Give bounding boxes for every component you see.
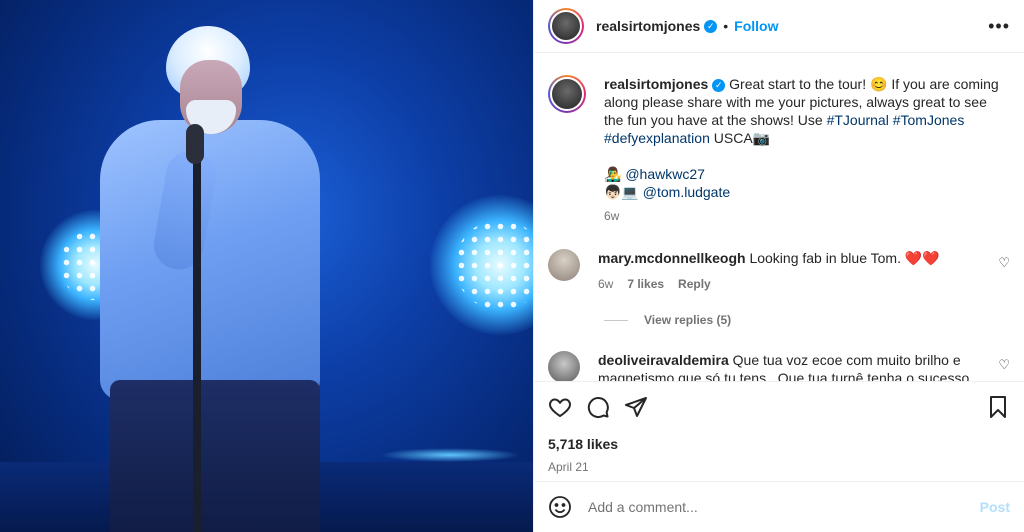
- caption-time[interactable]: 6w: [604, 207, 1004, 225]
- view-replies-label: View replies (5): [644, 313, 732, 327]
- author-avatar[interactable]: [548, 8, 584, 44]
- follow-button[interactable]: Follow: [734, 18, 778, 34]
- comment-username[interactable]: deoliveiravaldemira: [598, 352, 729, 368]
- caption: realsirtomjones ✓ Great start to the tour…: [534, 53, 1024, 225]
- credit-line: 👨‍🎤 @hawkwc27: [604, 165, 1004, 183]
- hashtag-defyexplanation[interactable]: #defyexplanation: [604, 130, 710, 146]
- action-icons: [548, 392, 1010, 422]
- comment-like-heart-icon[interactable]: ♡: [998, 249, 1010, 271]
- comment-input[interactable]: [586, 498, 980, 516]
- comment-likes[interactable]: 7 likes: [627, 275, 664, 293]
- send-icon[interactable]: [624, 395, 648, 419]
- post-actions: 5,718 likes April 21: [534, 381, 1024, 474]
- caption-avatar[interactable]: [548, 75, 586, 113]
- comment-text: Looking fab in blue Tom. ❤️❤️: [749, 250, 940, 266]
- comments-scroll-area[interactable]: realsirtomjones ✓ Great start to the tour…: [534, 53, 1024, 381]
- post-header: realsirtomjones ✓ • Follow •••: [534, 0, 1024, 53]
- commenter-avatar[interactable]: [548, 249, 580, 281]
- singer-emoji: 👨‍🎤: [604, 166, 622, 182]
- verified-badge-icon: ✓: [712, 78, 726, 92]
- mention-tom-ludgate[interactable]: @tom.ludgate: [643, 184, 730, 200]
- likes-count[interactable]: 5,718 likes: [548, 436, 1010, 452]
- separator-dot: •: [723, 18, 729, 34]
- singer-legs: [110, 380, 320, 532]
- comment-body: mary.mcdonnellkeogh Looking fab in blue …: [598, 249, 988, 293]
- view-replies-button[interactable]: View replies (5): [604, 313, 1024, 327]
- microphone: [186, 124, 204, 164]
- post-photo[interactable]: [0, 0, 533, 532]
- mic-stand: [193, 150, 201, 532]
- credit-line: 👦🏻💻 @tom.ludgate: [604, 183, 1004, 201]
- comment-like-heart-icon[interactable]: ♡: [998, 351, 1010, 373]
- caption-text: realsirtomjones ✓ Great start to the tour…: [604, 75, 1004, 225]
- comment-meta: 6w 7 likes Reply: [598, 275, 988, 293]
- emoji-icon[interactable]: [548, 495, 572, 519]
- bookmark-icon[interactable]: [986, 395, 1010, 419]
- caption-username[interactable]: realsirtomjones: [604, 76, 708, 92]
- comment-bar: Post: [534, 481, 1024, 532]
- author-username[interactable]: realsirtomjones: [596, 18, 700, 34]
- comment-time[interactable]: 6w: [598, 275, 613, 293]
- floor-glow: [380, 448, 520, 462]
- mention-hawkwc27[interactable]: @hawkwc27: [625, 166, 705, 182]
- verified-badge-icon: ✓: [704, 19, 718, 33]
- laptop-emoji: 👦🏻💻: [604, 184, 639, 200]
- comment-icon[interactable]: [586, 395, 610, 419]
- post-side-panel: realsirtomjones ✓ • Follow ••• realsirto…: [533, 0, 1024, 532]
- comment: deoliveiravaldemira Que tua voz ecoe com…: [534, 351, 1024, 381]
- more-options-icon[interactable]: •••: [988, 16, 1010, 37]
- comment: mary.mcdonnellkeogh Looking fab in blue …: [534, 249, 1024, 293]
- stage-light-right: [430, 195, 533, 335]
- caption-tail: USCA📷: [709, 130, 771, 146]
- reply-button[interactable]: Reply: [678, 275, 711, 293]
- post-date[interactable]: April 21: [548, 460, 1010, 474]
- heart-icon[interactable]: [548, 395, 572, 419]
- comment-body: deoliveiravaldemira Que tua voz ecoe com…: [598, 351, 988, 381]
- commenter-avatar[interactable]: [548, 351, 580, 381]
- hashtag-tjournal[interactable]: #TJournal: [827, 112, 889, 128]
- hashtag-tomjones[interactable]: #TomJones: [893, 112, 965, 128]
- post-comment-button[interactable]: Post: [980, 499, 1010, 515]
- comment-username[interactable]: mary.mcdonnellkeogh: [598, 250, 746, 266]
